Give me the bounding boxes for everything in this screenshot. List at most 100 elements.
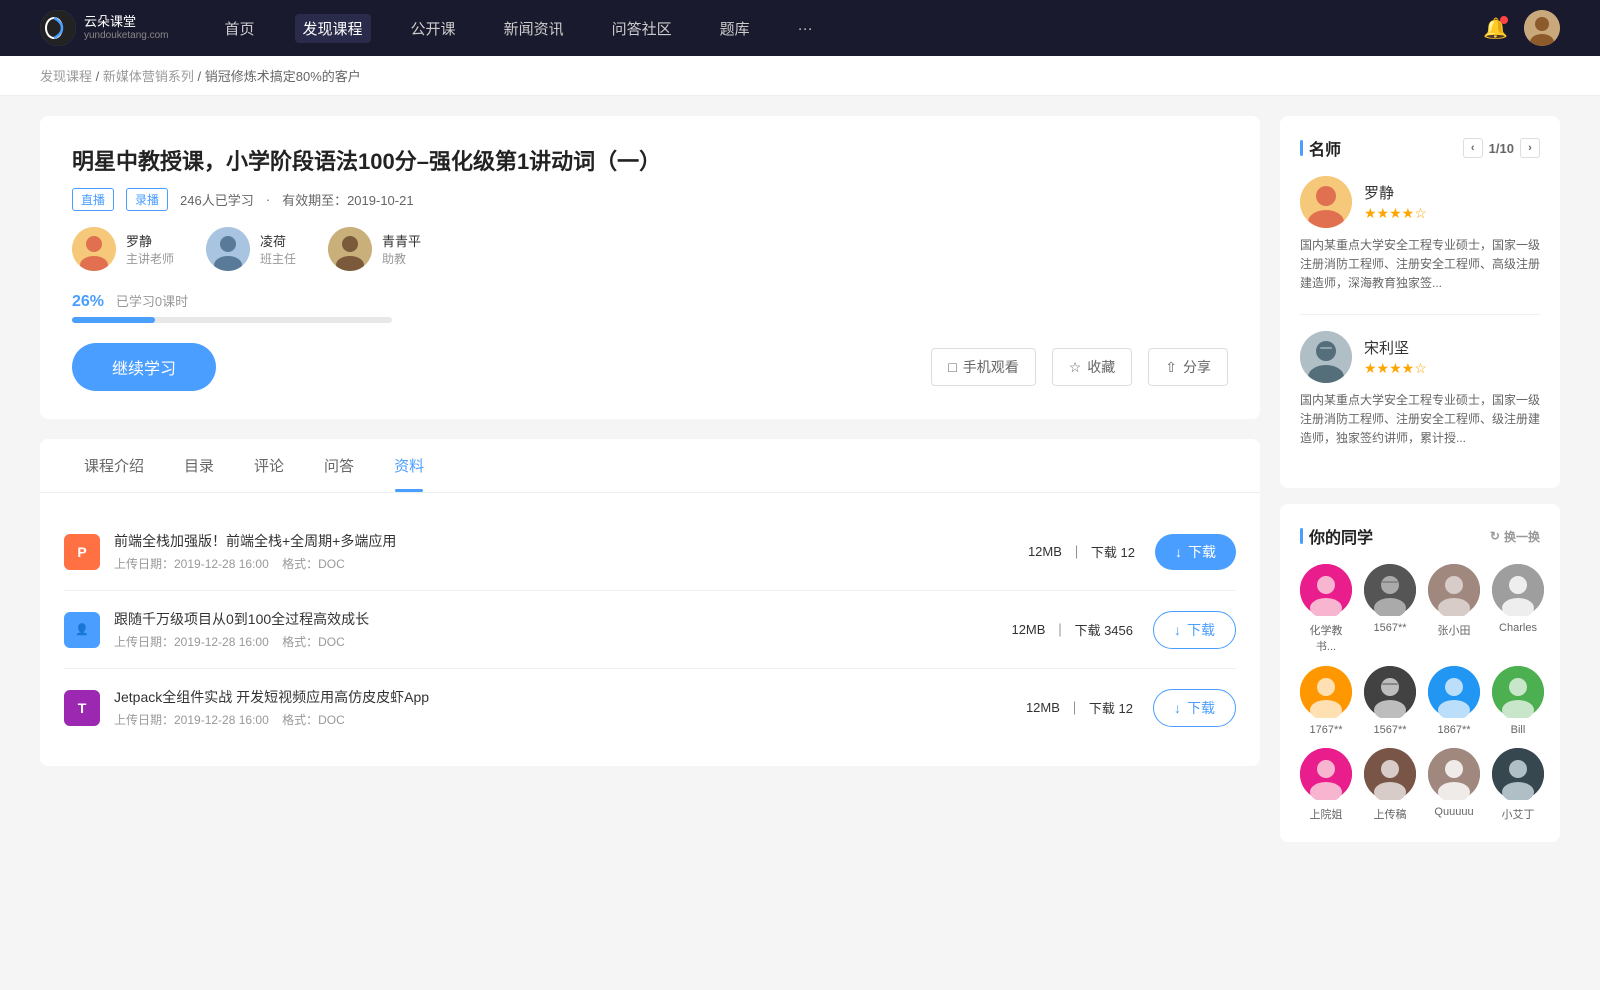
classmate-name-4: 1767** <box>1309 724 1342 736</box>
teacher-sidebar-desc-0: 国内某重点大学安全工程专业硕士，国家一级注册消防工程师、注册安全工程师、高级注册… <box>1300 236 1540 294</box>
progress-section: 26% 已学习0课时 <box>72 291 1228 323</box>
progress-percent: 26% <box>72 293 104 310</box>
classmate-item-0: 化学教书... <box>1300 564 1352 654</box>
teacher-sidebar-stars-0: ★★★★☆ <box>1364 205 1427 222</box>
prev-page-button[interactable]: ‹ <box>1463 138 1483 158</box>
download-button-1[interactable]: ↓ 下载 <box>1153 611 1236 649</box>
file-meta-0: 上传日期：2019-12-28 16:00 格式：DOC <box>114 555 1028 572</box>
classmate-avatar-4 <box>1300 666 1352 718</box>
classmate-avatar-7 <box>1492 666 1544 718</box>
file-stats-1: 12MB ｜ 下载 3456 <box>1011 620 1133 639</box>
file-meta-1: 上传日期：2019-12-28 16:00 格式：DOC <box>114 633 1011 650</box>
breadcrumb-link-series[interactable]: 新媒体营销系列 <box>103 69 194 84</box>
classmate-name-8: 上院姐 <box>1310 806 1343 822</box>
classmate-avatar-2 <box>1428 564 1480 616</box>
teacher-sidebar-item-1: 宋利坚 ★★★★☆ 国内某重点大学安全工程专业硕士，国家一级注册消防工程师、注册… <box>1300 331 1540 449</box>
classmates-title: 你的同学 ↻ 换一换 <box>1300 524 1540 548</box>
teacher-name-2: 青青平 <box>382 231 421 250</box>
progress-bar-bg <box>72 317 392 323</box>
next-page-button[interactable]: › <box>1520 138 1540 158</box>
nav-item-news[interactable]: 新闻资讯 <box>496 14 572 43</box>
download-icon-2: ↓ <box>1174 700 1181 716</box>
refresh-classmates-button[interactable]: ↻ 换一换 <box>1490 528 1540 545</box>
file-info-1: 跟随千万级项目从0到100全过程高效成长 上传日期：2019-12-28 16:… <box>114 609 1011 650</box>
teacher-sidebar-name-0: 罗静 <box>1364 182 1427 203</box>
user-avatar[interactable] <box>1524 10 1560 46</box>
breadcrumb-link-discover[interactable]: 发现课程 <box>40 69 92 84</box>
actions-row: 继续学习 □ 手机观看 ☆ 收藏 ⇧ 分享 <box>72 343 1228 391</box>
file-item-2: T Jetpack全组件实战 开发短视频应用高仿皮皮虾App 上传日期：2019… <box>64 669 1236 746</box>
file-name-2: Jetpack全组件实战 开发短视频应用高仿皮皮虾App <box>114 687 1026 707</box>
file-item-1: 👤 跟随千万级项目从0到100全过程高效成长 上传日期：2019-12-28 1… <box>64 591 1236 669</box>
notification-bell-icon[interactable]: 🔔 <box>1483 16 1508 41</box>
teacher-sidebar-desc-1: 国内某重点大学安全工程专业硕士，国家一级注册消防工程师、注册安全工程师、级注册建… <box>1300 391 1540 449</box>
classmate-avatar-6 <box>1428 666 1480 718</box>
nav-item-exam[interactable]: 题库 <box>712 14 758 43</box>
classmate-avatar-11 <box>1492 748 1544 800</box>
file-name-0: 前端全栈加强版！前端全栈+全周期+多端应用 <box>114 531 1028 551</box>
content-area: 明星中教授课，小学阶段语法100分–强化级第1讲动词（一） 直播 录播 246人… <box>40 116 1260 858</box>
nav-item-qa[interactable]: 问答社区 <box>604 14 680 43</box>
continue-learning-button[interactable]: 继续学习 <box>72 343 216 391</box>
file-icon-0: P <box>64 534 100 570</box>
watch-phone-button[interactable]: □ 手机观看 <box>931 348 1035 386</box>
classmate-item-4: 1767** <box>1300 666 1352 736</box>
teachers-pagination: ‹ 1/10 › <box>1463 138 1540 158</box>
progress-desc: 已学习0课时 <box>116 294 188 309</box>
classmate-name-2: 张小田 <box>1438 622 1471 638</box>
tab-qa[interactable]: 问答 <box>304 439 374 492</box>
download-icon-0: ↓ <box>1175 544 1182 560</box>
classmate-item-11: 小艾丁 <box>1492 748 1544 822</box>
tabs-content: P 前端全栈加强版！前端全栈+全周期+多端应用 上传日期：2019-12-28 … <box>40 493 1260 766</box>
classmate-item-8: 上院姐 <box>1300 748 1352 822</box>
classmate-avatar-0 <box>1300 564 1352 616</box>
breadcrumb-current: 销冠修炼术搞定80%的客户 <box>205 69 361 84</box>
collect-button[interactable]: ☆ 收藏 <box>1052 348 1133 386</box>
classmate-item-10: Quuuuu <box>1428 748 1480 822</box>
tab-review[interactable]: 评论 <box>234 439 304 492</box>
file-name-1: 跟随千万级项目从0到100全过程高效成长 <box>114 609 1011 629</box>
nav-item-discover[interactable]: 发现课程 <box>295 14 371 43</box>
file-icon-1: 👤 <box>64 612 100 648</box>
teacher-sidebar-avatar-0 <box>1300 176 1352 228</box>
classmate-item-3: Charles <box>1492 564 1544 654</box>
classmates-sidebar-card: 你的同学 ↻ 换一换 化学教书... <box>1280 504 1560 842</box>
file-item-0: P 前端全栈加强版！前端全栈+全周期+多端应用 上传日期：2019-12-28 … <box>64 513 1236 591</box>
tab-material[interactable]: 资料 <box>374 439 444 492</box>
nav-item-open[interactable]: 公开课 <box>403 14 464 43</box>
file-icon-2: T <box>64 690 100 726</box>
classmate-avatar-3 <box>1492 564 1544 616</box>
course-title: 明星中教授课，小学阶段语法100分–强化级第1讲动词（一） <box>72 144 1228 176</box>
sidebar: 名师 ‹ 1/10 › <box>1280 116 1560 858</box>
progress-label: 26% 已学习0课时 <box>72 291 1228 311</box>
tab-intro[interactable]: 课程介绍 <box>64 439 164 492</box>
teacher-item-2: 青青平 助教 <box>328 227 421 271</box>
logo[interactable]: 云朵课堂 yundouketang.com <box>40 10 169 46</box>
navbar-right: 🔔 <box>1483 10 1560 46</box>
classmate-avatar-5 <box>1364 666 1416 718</box>
download-button-2[interactable]: ↓ 下载 <box>1153 689 1236 727</box>
teacher-item-0: 罗静 主讲老师 <box>72 227 174 271</box>
notification-dot <box>1500 16 1508 24</box>
logo-text: 云朵课堂 yundouketang.com <box>84 14 169 42</box>
phone-icon: □ <box>948 359 956 375</box>
classmate-avatar-9 <box>1364 748 1416 800</box>
tab-catalog[interactable]: 目录 <box>164 439 234 492</box>
teachers-sidebar-title: 名师 ‹ 1/10 › <box>1300 136 1540 160</box>
classmate-avatar-10 <box>1428 748 1480 800</box>
nav-item-more[interactable]: ··· <box>790 16 821 41</box>
classmate-avatar-8 <box>1300 748 1352 800</box>
classmate-name-5: 1567** <box>1373 724 1406 736</box>
teacher-avatar-2 <box>328 227 372 271</box>
file-info-2: Jetpack全组件实战 开发短视频应用高仿皮皮虾App 上传日期：2019-1… <box>114 687 1026 728</box>
teacher-role-1: 班主任 <box>260 250 296 267</box>
teachers-row: 罗静 主讲老师 凌荷 班主任 <box>72 227 1228 271</box>
breadcrumb: 发现课程 / 新媒体营销系列 / 销冠修炼术搞定80%的客户 <box>0 56 1600 96</box>
tag-record: 录播 <box>126 188 168 211</box>
classmate-item-2: 张小田 <box>1428 564 1480 654</box>
teacher-avatar-1 <box>206 227 250 271</box>
nav-item-home[interactable]: 首页 <box>217 14 263 43</box>
share-button[interactable]: ⇧ 分享 <box>1148 348 1228 386</box>
download-button-0[interactable]: ↓ 下载 <box>1155 534 1236 570</box>
classmate-name-10: Quuuuu <box>1434 806 1473 818</box>
